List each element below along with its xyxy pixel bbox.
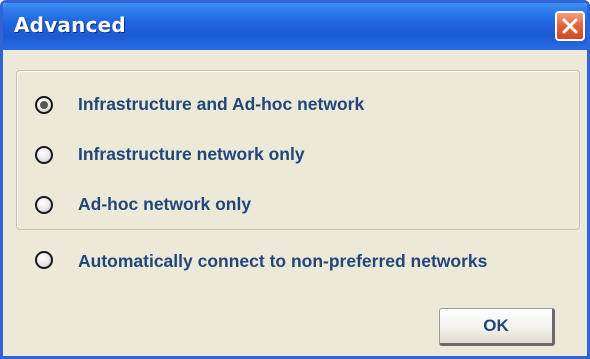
ok-button[interactable]: OK	[439, 308, 555, 346]
radio-option-infrastructure-only[interactable]: Infrastructure network only	[35, 142, 305, 167]
advanced-dialog: Advanced Infrastructure and Ad-hoc netwo…	[0, 0, 590, 359]
title-bar[interactable]: Advanced	[3, 3, 587, 50]
radio-label: Ad-hoc network only	[78, 194, 252, 214]
auto-connect-radio[interactable]	[35, 251, 53, 269]
auto-connect-label: Automatically connect to non-preferred n…	[78, 251, 488, 271]
radio-option-infrastructure-and-adhoc[interactable]: Infrastructure and Ad-hoc network	[35, 92, 364, 117]
window-title: Advanced	[14, 13, 126, 37]
radio-label: Infrastructure and Ad-hoc network	[78, 94, 365, 114]
close-button[interactable]	[555, 11, 585, 41]
close-icon	[562, 18, 578, 34]
radio-label: Infrastructure network only	[78, 144, 305, 164]
auto-connect-option[interactable]: Automatically connect to non-preferred n…	[35, 246, 518, 276]
radio-button[interactable]	[35, 145, 53, 164]
radio-option-adhoc-only[interactable]: Ad-hoc network only	[35, 192, 251, 217]
radio-button[interactable]	[35, 195, 53, 214]
radio-button[interactable]	[35, 95, 53, 114]
